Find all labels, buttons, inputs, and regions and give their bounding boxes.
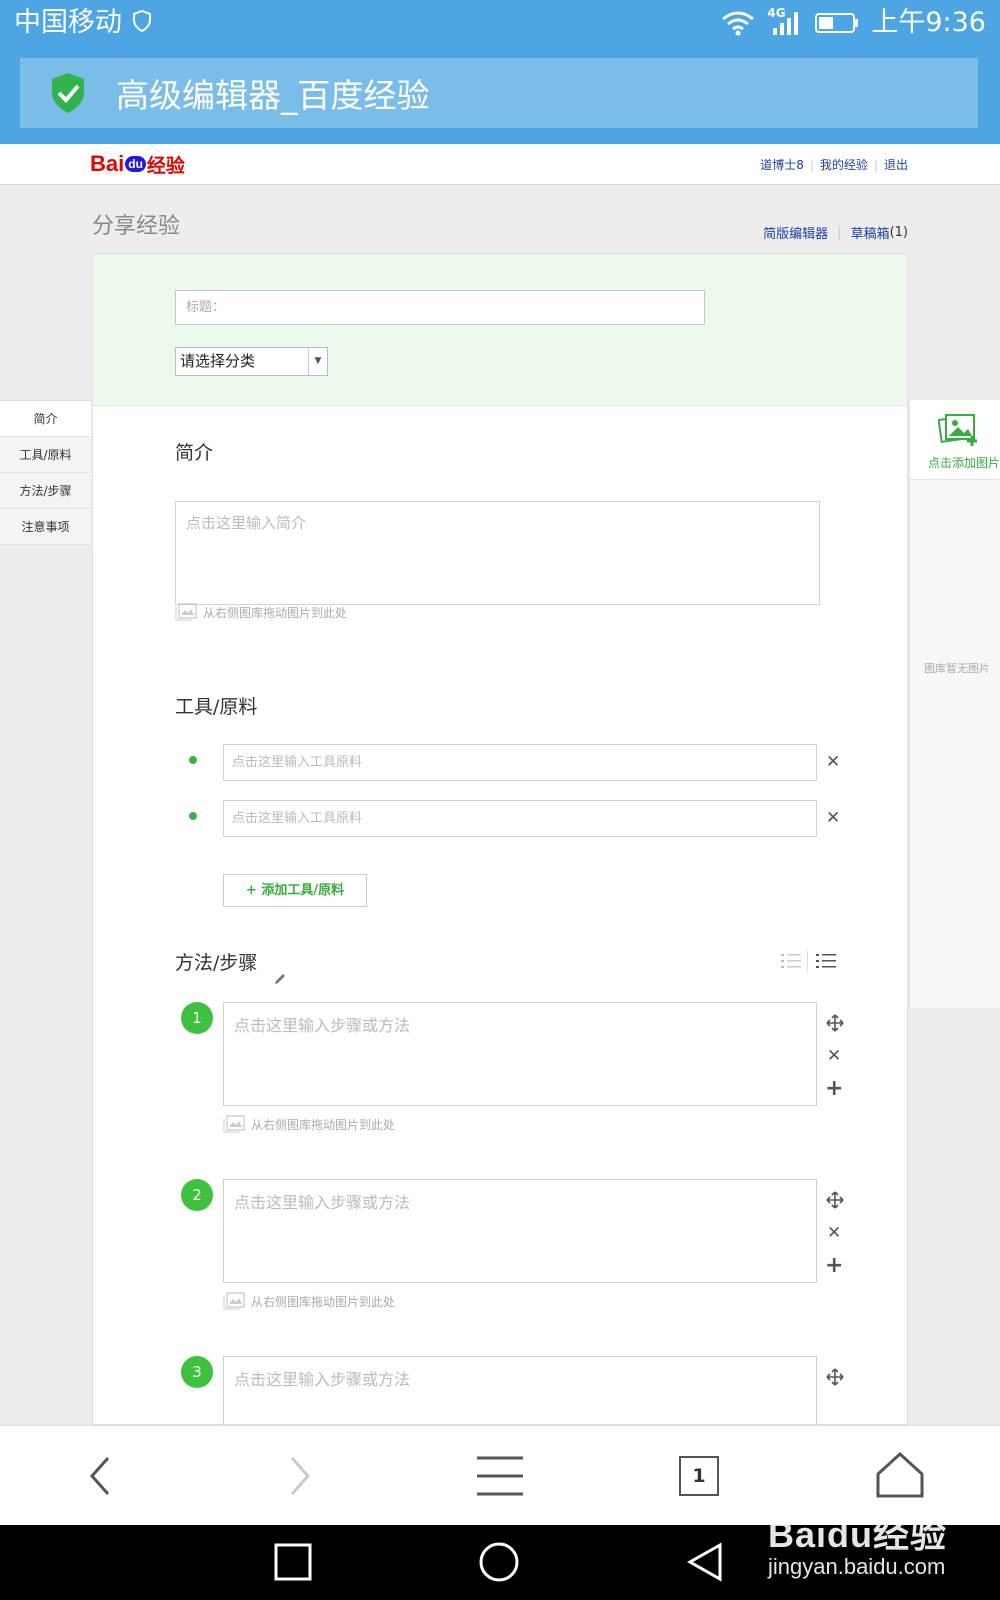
drafts-count: (1) [889, 225, 908, 240]
add-image-icon [938, 414, 977, 446]
image-icon [223, 1115, 245, 1133]
share-heading: 分享经验 [92, 214, 181, 239]
tools-section-title: 工具/原料 [175, 696, 258, 718]
step-2-input[interactable]: 点击这里输入步骤或方法 [223, 1179, 817, 1283]
tool-bullet [189, 756, 197, 764]
forward-icon[interactable] [272, 1448, 328, 1504]
cell-signal-icon: 4G [767, 6, 803, 36]
nav-item-tools[interactable]: 工具/原料 [0, 437, 91, 473]
tool-input-2[interactable]: 点击这里输入工具原料 [223, 800, 817, 837]
nav-item-intro[interactable]: 简介 [0, 401, 91, 437]
home-icon[interactable] [872, 1448, 928, 1504]
baidu-jingyan-logo[interactable]: Bai du 经验 [90, 149, 185, 179]
step-2-delete-icon[interactable]: ✕ [827, 1223, 841, 1243]
simple-editor-link[interactable]: 简版编辑器 [763, 223, 828, 242]
nav-item-steps[interactable]: 方法/步骤 [0, 473, 91, 509]
network-type: 4G [767, 6, 786, 20]
back-triangle-icon[interactable] [680, 1537, 730, 1587]
clock: 上午9:36 [871, 7, 986, 38]
add-image-button[interactable]: 点击添加图片 [910, 400, 1000, 480]
image-icon [223, 1292, 245, 1310]
add-image-label: 点击添加图片 [928, 456, 1000, 470]
editor-panel: 标题： 请选择分类 ▼ 简介 点击这里输入简介 从右侧图库拖动图片到此处 工具/… [92, 253, 908, 1426]
menu-icon[interactable] [472, 1448, 528, 1504]
step-1-delete-icon[interactable]: ✕ [827, 1046, 841, 1066]
shield-status-icon [132, 9, 152, 37]
step-1-move-icon[interactable] [826, 1014, 844, 1032]
secure-shield-icon [52, 73, 84, 113]
delete-tool-2-icon[interactable]: ✕ [826, 808, 840, 828]
step-2-move-icon[interactable] [826, 1191, 844, 1209]
drafts-link[interactable]: 草稿箱 [851, 223, 890, 242]
gallery-empty-text: 图库暂无图片 [924, 662, 990, 675]
intro-section-title: 简介 [175, 442, 214, 464]
add-tool-button[interactable]: + 添加工具/原料 [223, 874, 367, 907]
tool-input-1[interactable]: 点击这里输入工具原料 [223, 744, 817, 781]
step-1-input[interactable]: 点击这里输入步骤或方法 [223, 1002, 817, 1106]
intro-input[interactable]: 点击这里输入简介 [175, 501, 820, 605]
tool-bullet [189, 812, 197, 820]
step-1-drag-hint: 从右侧图库拖动图片到此处 [223, 1115, 395, 1133]
username-link[interactable]: 道博士8 [760, 156, 804, 173]
step-3-move-icon[interactable] [826, 1368, 844, 1386]
watermark-url: jingyan.baidu.com [768, 1554, 946, 1579]
image-icon [175, 603, 197, 621]
bullet-list-icon[interactable] [816, 952, 836, 970]
title-section: 标题： 请选择分类 ▼ [93, 254, 907, 406]
toolbar-divider [807, 951, 808, 971]
baidu-watermark: Baidu经验 jingyan.baidu.com [768, 1506, 947, 1580]
logout-link[interactable]: 退出 [884, 156, 908, 173]
browser-title-bar: 高级编辑器_百度经验 [0, 48, 1000, 144]
image-gallery: 点击添加图片 图库暂无图片 [909, 400, 1000, 1008]
editor-links: 简版编辑器 | 草稿箱 (1) [763, 223, 908, 242]
home-circle-icon[interactable] [474, 1537, 524, 1587]
my-experience-link[interactable]: 我的经验 [820, 156, 868, 173]
step-2-drag-hint: 从右侧图库拖动图片到此处 [223, 1292, 395, 1310]
title-input[interactable]: 标题： [175, 290, 705, 325]
user-links: 道博士8 | 我的经验 | 退出 [760, 156, 908, 173]
battery-icon [815, 13, 859, 33]
recents-icon[interactable] [268, 1537, 318, 1587]
numbered-list-icon[interactable] [781, 952, 801, 970]
category-selected: 请选择分类 [180, 352, 256, 370]
step-3-input[interactable]: 点击这里输入步骤或方法 [223, 1356, 817, 1426]
status-bar: 中国移动 4G 上午9:36 [0, 0, 1000, 48]
category-select[interactable]: 请选择分类 ▼ [175, 347, 328, 376]
page-title: 高级编辑器_百度经验 [116, 76, 430, 115]
step-1-add-icon[interactable]: + [825, 1076, 843, 1101]
edit-pencil-icon[interactable] [273, 972, 287, 986]
steps-section-title: 方法/步骤 [175, 952, 258, 974]
address-bar[interactable]: 高级编辑器_百度经验 [20, 58, 978, 128]
watermark-logo: Baidu经验 [768, 1514, 948, 1555]
delete-tool-1-icon[interactable]: ✕ [826, 752, 840, 772]
dropdown-arrow-icon: ▼ [308, 348, 327, 375]
step-2-add-icon[interactable]: + [825, 1253, 843, 1278]
wifi-icon [722, 11, 755, 36]
tabs-button[interactable]: 1 [679, 1456, 719, 1496]
step-3-number: 3 [181, 1356, 213, 1388]
nav-item-notes[interactable]: 注意事项 [0, 509, 91, 545]
intro-drag-hint: 从右侧图库拖动图片到此处 [175, 603, 347, 621]
carrier-label: 中国移动 [14, 7, 122, 38]
back-icon[interactable] [72, 1448, 128, 1504]
site-header: Bai du 经验 道博士8 | 我的经验 | 退出 [0, 144, 1000, 185]
section-nav: 简介 工具/原料 方法/步骤 注意事项 [0, 400, 91, 545]
step-1-number: 1 [181, 1002, 213, 1034]
step-2-number: 2 [181, 1179, 213, 1211]
